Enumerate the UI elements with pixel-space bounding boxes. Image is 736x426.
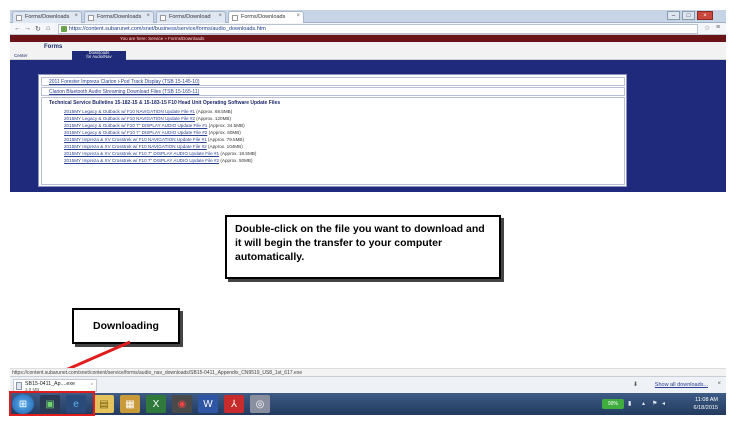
chevron-down-icon[interactable]: ⌃ xyxy=(90,383,94,389)
file-size: (Approx. 18.5MB) xyxy=(220,151,257,156)
tab-downloads-audio-nav[interactable]: Downloads for Audio/Nav xyxy=(72,50,126,60)
clock-date[interactable]: 6/18/2015 xyxy=(694,405,718,411)
list-item[interactable]: 2015MY Legacy & Outback w/ F10 7" DISPLA… xyxy=(64,130,241,135)
file-size: (Approx. 68.5MB) xyxy=(196,109,233,114)
app-icon[interactable]: ◎ xyxy=(250,395,270,413)
list-item[interactable]: 2015MY Legacy & Outback w/ F10 NAVIGATIO… xyxy=(64,109,232,114)
site-header-bar: You are here: Service » Forms/Downloads xyxy=(10,35,726,42)
file-link[interactable]: 2015MY Legacy & Outback w/ F10 7" DISPLA… xyxy=(64,123,207,128)
forward-arrow-icon[interactable]: → xyxy=(24,25,31,32)
show-all-downloads-link[interactable]: Show all downloads... xyxy=(655,382,708,388)
battery-indicator[interactable]: 99% xyxy=(602,399,624,409)
nav-center-link[interactable]: Center xyxy=(14,53,28,58)
browser-tab[interactable]: Forms/Downloads × xyxy=(12,11,82,23)
file-link[interactable]: 2015MY Impreza & XV Crosstrek w/ F10 7" … xyxy=(64,151,219,156)
close-icon[interactable]: × xyxy=(74,13,78,19)
download-arrow-icon: ⬇ xyxy=(632,382,638,388)
tsb-section: Technical Service Bulletins 15-182-15 & … xyxy=(41,97,625,185)
file-size: (Approx. 79.5MB) xyxy=(208,137,244,142)
tab-label: Forms/Download xyxy=(169,14,211,20)
file-link[interactable]: 2015MY Impreza & XV Crosstrek w/ F10 NAV… xyxy=(64,144,207,149)
file-link[interactable]: 2015MY Impreza & XV Crosstrek w/ F10 7" … xyxy=(64,158,219,163)
list-item[interactable]: 2015MY Impreza & XV Crosstrek w/ F10 7" … xyxy=(64,151,256,156)
tab-label: Forms/Downloads xyxy=(241,14,286,20)
nav-forms-title: Forms xyxy=(44,44,63,50)
document-link[interactable]: Clarion Bluetooth Audio Streaming Downlo… xyxy=(49,89,199,95)
file-size: (Approx. 50MB) xyxy=(220,158,253,163)
browser-tab[interactable]: Forms/Download × xyxy=(156,11,226,23)
site-nav: Forms Center Downloads for Audio/Nav xyxy=(10,42,726,60)
file-size: (Approx. 34.5MB) xyxy=(208,123,245,128)
chrome-icon[interactable]: ◉ xyxy=(172,395,192,413)
section-heading: Technical Service Bulletins 15-182-15 & … xyxy=(49,100,281,106)
back-arrow-icon[interactable]: ← xyxy=(14,25,21,32)
close-window-button[interactable]: × xyxy=(697,11,713,20)
file-link[interactable]: 2015MY Legacy & Outback w/ F10 NAVIGATIO… xyxy=(64,109,195,114)
instruction-callout: Double-click on the file you want to dow… xyxy=(225,215,501,279)
address-url: https://content.subarunet.com/snet/busin… xyxy=(69,26,266,32)
tab-label: Forms/Downloads xyxy=(25,14,70,20)
file-icon xyxy=(16,382,22,390)
file-size: (Approx. 104MB) xyxy=(208,144,243,149)
downloads-box: 2011 Forester Impreza Clarion i-Pod Trac… xyxy=(38,74,627,187)
page-icon xyxy=(160,15,166,21)
list-item[interactable]: 2015MY Legacy & Outback w/ F10 7" DISPLA… xyxy=(64,123,245,128)
browser-toolbar: ← → ↻ ⌂ https://content.subarunet.com/sn… xyxy=(10,23,726,35)
network-icon[interactable]: ▮ xyxy=(628,400,631,407)
tab-label: for Audio/Nav xyxy=(86,54,112,60)
browser-tab-strip: Forms/Downloads × Forms/Downloads × Form… xyxy=(10,10,726,23)
list-item[interactable]: 2015MY Legacy & Outback w/ F10 NAVIGATIO… xyxy=(64,116,231,121)
files-icon[interactable]: ▦ xyxy=(120,395,140,413)
file-link[interactable]: 2015MY Legacy & Outback w/ F10 NAVIGATIO… xyxy=(64,116,195,121)
lock-icon xyxy=(61,26,67,32)
document-link[interactable]: 2011 Forester Impreza Clarion i-Pod Trac… xyxy=(49,79,200,85)
taskbar: ⊞ ▣ e ▤ ▦ X ◉ W ⅄ ◎ 99% ▮ ▴ ⚑ ◂ 11:08 AM… xyxy=(10,393,726,415)
file-size: (Approx. 120MB) xyxy=(196,116,231,121)
list-item: Clarion Bluetooth Audio Streaming Downlo… xyxy=(41,87,625,96)
arrow-up-icon[interactable]: ▴ xyxy=(642,400,645,407)
download-bar: SB15-0411_Ap....exe 3.9 MB ⌃ ⬇ Show all … xyxy=(10,376,726,393)
speaker-icon[interactable]: ◂ xyxy=(662,400,665,407)
home-icon[interactable]: ⌂ xyxy=(46,25,50,32)
page-icon xyxy=(88,15,94,21)
close-icon[interactable]: × xyxy=(717,381,721,387)
reload-icon[interactable]: ↻ xyxy=(35,25,41,33)
list-item[interactable]: 2015MY Impreza & XV Crosstrek w/ F10 NAV… xyxy=(64,144,243,149)
tab-label: Forms/Downloads xyxy=(97,14,142,20)
downloading-callout: Downloading xyxy=(72,308,180,344)
browser-tab-active[interactable]: Forms/Downloads × xyxy=(228,11,304,23)
close-icon[interactable]: × xyxy=(218,13,222,19)
file-size: (Approx. 60MB) xyxy=(208,130,241,135)
word-icon[interactable]: W xyxy=(198,395,218,413)
flag-icon[interactable]: ⚑ xyxy=(652,400,657,407)
star-icon[interactable]: ☆ xyxy=(704,24,710,32)
excel-icon[interactable]: X xyxy=(146,395,166,413)
browser-tab[interactable]: Forms/Downloads × xyxy=(84,11,154,23)
status-url: https://content.subarunet.com/snet/conte… xyxy=(10,368,726,376)
list-item: 2011 Forester Impreza Clarion i-Pod Trac… xyxy=(41,77,625,86)
system-tray: 99% ▮ ▴ ⚑ ◂ 11:08 AM 6/18/2015 xyxy=(602,395,722,413)
menu-icon[interactable]: ≡ xyxy=(716,24,720,31)
page-icon xyxy=(232,15,238,21)
clock-time[interactable]: 11:08 AM xyxy=(695,397,718,403)
file-link[interactable]: 2015MY Impreza & XV Crosstrek w/ F10 NAV… xyxy=(64,137,207,142)
maximize-button[interactable]: □ xyxy=(682,11,695,20)
file-link[interactable]: 2015MY Legacy & Outback w/ F10 7" DISPLA… xyxy=(64,130,207,135)
highlight-box xyxy=(9,391,95,416)
list-item[interactable]: 2015MY Impreza & XV Crosstrek w/ F10 NAV… xyxy=(64,137,244,142)
pdf-icon[interactable]: ⅄ xyxy=(224,395,244,413)
folder-icon[interactable]: ▤ xyxy=(94,395,114,413)
address-bar[interactable]: https://content.subarunet.com/snet/busin… xyxy=(58,24,698,34)
close-icon[interactable]: × xyxy=(146,13,150,19)
minimize-button[interactable]: – xyxy=(667,11,680,20)
page-icon xyxy=(16,15,22,21)
breadcrumb: You are here: Service » Forms/Downloads xyxy=(120,36,205,41)
close-icon[interactable]: × xyxy=(296,13,300,19)
list-item[interactable]: 2015MY Impreza & XV Crosstrek w/ F10 7" … xyxy=(64,158,253,163)
